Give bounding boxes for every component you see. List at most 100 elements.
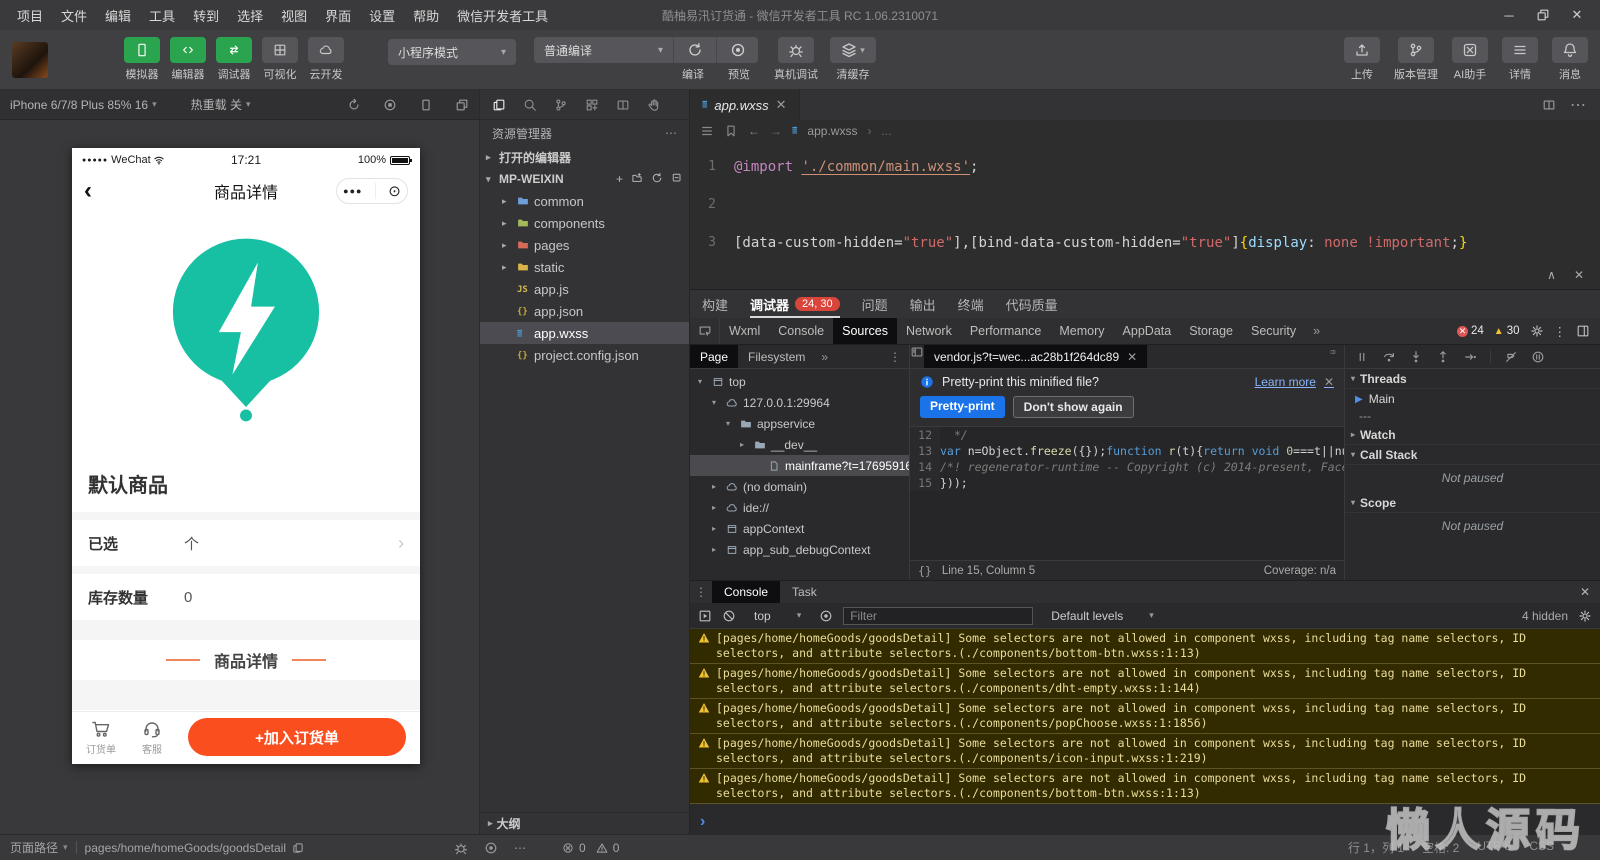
editor-layout-icon[interactable] — [616, 98, 630, 112]
clear-cache-button[interactable]: ▾ 清缓存 — [830, 37, 876, 82]
new-folder-icon[interactable] — [631, 172, 643, 184]
learn-more-link[interactable]: Learn more — [1255, 375, 1316, 389]
extensions-icon[interactable] — [585, 98, 599, 112]
file-tree-item[interactable]: {} project.config.json — [480, 344, 689, 366]
devtools-tab[interactable]: Wxml — [720, 318, 769, 344]
compile-button[interactable] — [674, 37, 716, 63]
dock-side-icon[interactable] — [1576, 324, 1590, 338]
menu-item[interactable]: 文件 — [52, 6, 96, 25]
toolbar-right-button[interactable]: 消息 — [1552, 37, 1588, 82]
devtools-tab[interactable]: Memory — [1050, 318, 1113, 344]
miniprogram-panel-icon[interactable] — [647, 98, 661, 112]
breadcrumb-file[interactable]: app.wxss — [807, 124, 857, 138]
outline-icon[interactable] — [700, 124, 714, 138]
pretty-print-button[interactable]: Pretty-print — [920, 396, 1005, 418]
devtools-menu-icon[interactable]: ⋮ — [1554, 324, 1567, 339]
drawer-tab[interactable]: Console — [712, 581, 781, 603]
order-list-button[interactable]: 订货单 — [86, 719, 116, 756]
close-button[interactable]: ✕ — [1562, 3, 1592, 27]
devtools-tab[interactable]: Storage — [1180, 318, 1242, 344]
step-out-icon[interactable] — [1436, 350, 1450, 364]
devtools-tab[interactable]: Performance — [961, 318, 1051, 344]
toolbar-right-button[interactable]: 上传 — [1344, 37, 1380, 82]
mode-button[interactable]: 可视化 — [262, 37, 298, 82]
project-root[interactable]: ▾ MP-WEIXIN + — [480, 168, 689, 190]
scheme-select[interactable]: 小程序模式 ▾ — [388, 39, 516, 65]
back-arrow-icon[interactable]: ← — [748, 124, 760, 138]
menu-item[interactable]: 设置 — [360, 6, 404, 25]
context-select[interactable]: top ▾ — [746, 607, 809, 625]
drawer-tab[interactable]: Task — [780, 581, 829, 603]
selected-row[interactable]: 已选 个 › — [72, 520, 420, 566]
open-editors-section[interactable]: ▸ 打开的编辑器 — [480, 146, 689, 168]
step-over-icon[interactable] — [1382, 350, 1396, 364]
vendor-js-code[interactable]: 12 */13 var n=Object.freeze({});function … — [910, 427, 1344, 560]
new-file-icon[interactable]: + — [616, 172, 623, 186]
editor-tab-app-wxss[interactable]: ≣ app.wxss ✕ — [690, 90, 800, 120]
menu-item[interactable]: 工具 — [140, 6, 184, 25]
devtools-tab[interactable]: Security — [1242, 318, 1305, 344]
hot-reload-toggle[interactable]: 热重载 关 ▾ — [191, 96, 251, 113]
dont-show-again-button[interactable]: Don't show again — [1012, 396, 1134, 418]
panel-tab[interactable]: 问题 — [862, 290, 888, 318]
devtools-tab[interactable]: Network — [897, 318, 961, 344]
console-warning[interactable]: [pages/home/homeGoods/goodsDetail] Some … — [690, 734, 1600, 769]
record-icon[interactable] — [383, 98, 397, 112]
sources-tree-item[interactable]: ▸ __dev__ — [690, 434, 909, 455]
devtools-tab[interactable]: Sources — [833, 318, 897, 344]
file-tree-item[interactable]: JS app.js — [480, 278, 689, 300]
panel-tab[interactable]: 终端 — [958, 290, 984, 318]
sources-tree-item[interactable]: ▾ 127.0.0.1:29964 — [690, 392, 909, 413]
console-warning[interactable]: [pages/home/homeGoods/goodsDetail] Some … — [690, 699, 1600, 734]
clear-console-icon[interactable] — [722, 609, 736, 623]
log-levels-select[interactable]: Default levels ▾ — [1043, 607, 1162, 625]
menu-item[interactable]: 视图 — [272, 6, 316, 25]
mode-button[interactable]: 编辑器 — [170, 37, 206, 82]
error-count[interactable]: ✕ 24 — [1457, 325, 1484, 337]
source-control-icon[interactable] — [554, 98, 568, 112]
sources-tree-item[interactable]: ▸ appContext — [690, 518, 909, 539]
wxss-file-link[interactable]: ./components/popChoose.wxss:1 — [965, 716, 1166, 730]
refresh-explorer-icon[interactable] — [651, 172, 663, 184]
inspect-element-icon[interactable] — [698, 324, 712, 338]
filesystem-tab[interactable]: Filesystem — [738, 345, 815, 368]
sources-tree-item[interactable]: mainframe?t=1769591677 — [690, 455, 909, 476]
devtools-settings-icon[interactable] — [1530, 324, 1544, 338]
menu-item[interactable]: 项目 — [8, 6, 52, 25]
drawer-menu-icon[interactable]: ⋮ — [690, 581, 712, 603]
more-menu-button[interactable]: ●●● — [343, 186, 362, 196]
deactivate-breakpoints-icon[interactable] — [1504, 350, 1518, 364]
sources-tree-item[interactable]: ▸ (no domain) — [690, 476, 909, 497]
device-debug-button[interactable]: 真机调试 — [774, 37, 818, 82]
scope-section[interactable]: ▾ Scope — [1345, 493, 1600, 513]
wxss-file-link[interactable]: ./components/bottom-btn.wxss:1 — [965, 786, 1173, 800]
mode-button[interactable]: 云开发 — [308, 37, 344, 82]
watch-section[interactable]: ▸ Watch — [1345, 425, 1600, 445]
console-sidebar-icon[interactable] — [698, 609, 712, 623]
show-navigator-icon[interactable] — [910, 345, 924, 359]
more-tabs-icon[interactable]: » — [1305, 318, 1328, 344]
add-to-order-button[interactable]: +加入订货单 — [188, 718, 406, 756]
minimize-button[interactable]: ─ — [1494, 3, 1524, 27]
step-icon[interactable] — [1463, 350, 1477, 364]
file-tree-item[interactable]: ▸ components — [480, 212, 689, 234]
watch-status-icon[interactable] — [484, 841, 498, 855]
error-counter[interactable]: 0 — [562, 841, 586, 855]
toolbar-right-button[interactable]: 详情 — [1502, 37, 1538, 82]
thread-main[interactable]: ▶ Main — [1345, 389, 1600, 409]
pause-on-exceptions-icon[interactable] — [1531, 350, 1545, 364]
console-prompt[interactable]: › — [690, 810, 1600, 834]
file-tree-item[interactable]: {} app.json — [480, 300, 689, 322]
console-settings-icon[interactable] — [1578, 609, 1592, 623]
encoding-setting[interactable]: UTF-8 — [1477, 839, 1511, 856]
mode-button[interactable]: 模拟器 — [124, 37, 160, 82]
debug-status-icon[interactable] — [454, 841, 468, 855]
console-warning[interactable]: [pages/home/homeGoods/goodsDetail] Some … — [690, 769, 1600, 804]
file-tree-item[interactable]: ▸ pages — [480, 234, 689, 256]
indentation-setting[interactable]: 空格: 2 — [1422, 839, 1459, 856]
toolbar-right-button[interactable]: 版本管理 — [1394, 37, 1438, 82]
close-miniprogram-button[interactable]: ⊙ — [388, 184, 401, 199]
file-tree-item[interactable]: ▸ common — [480, 190, 689, 212]
threads-section[interactable]: ▾ Threads — [1345, 369, 1600, 389]
maximize-button[interactable] — [1528, 3, 1558, 27]
